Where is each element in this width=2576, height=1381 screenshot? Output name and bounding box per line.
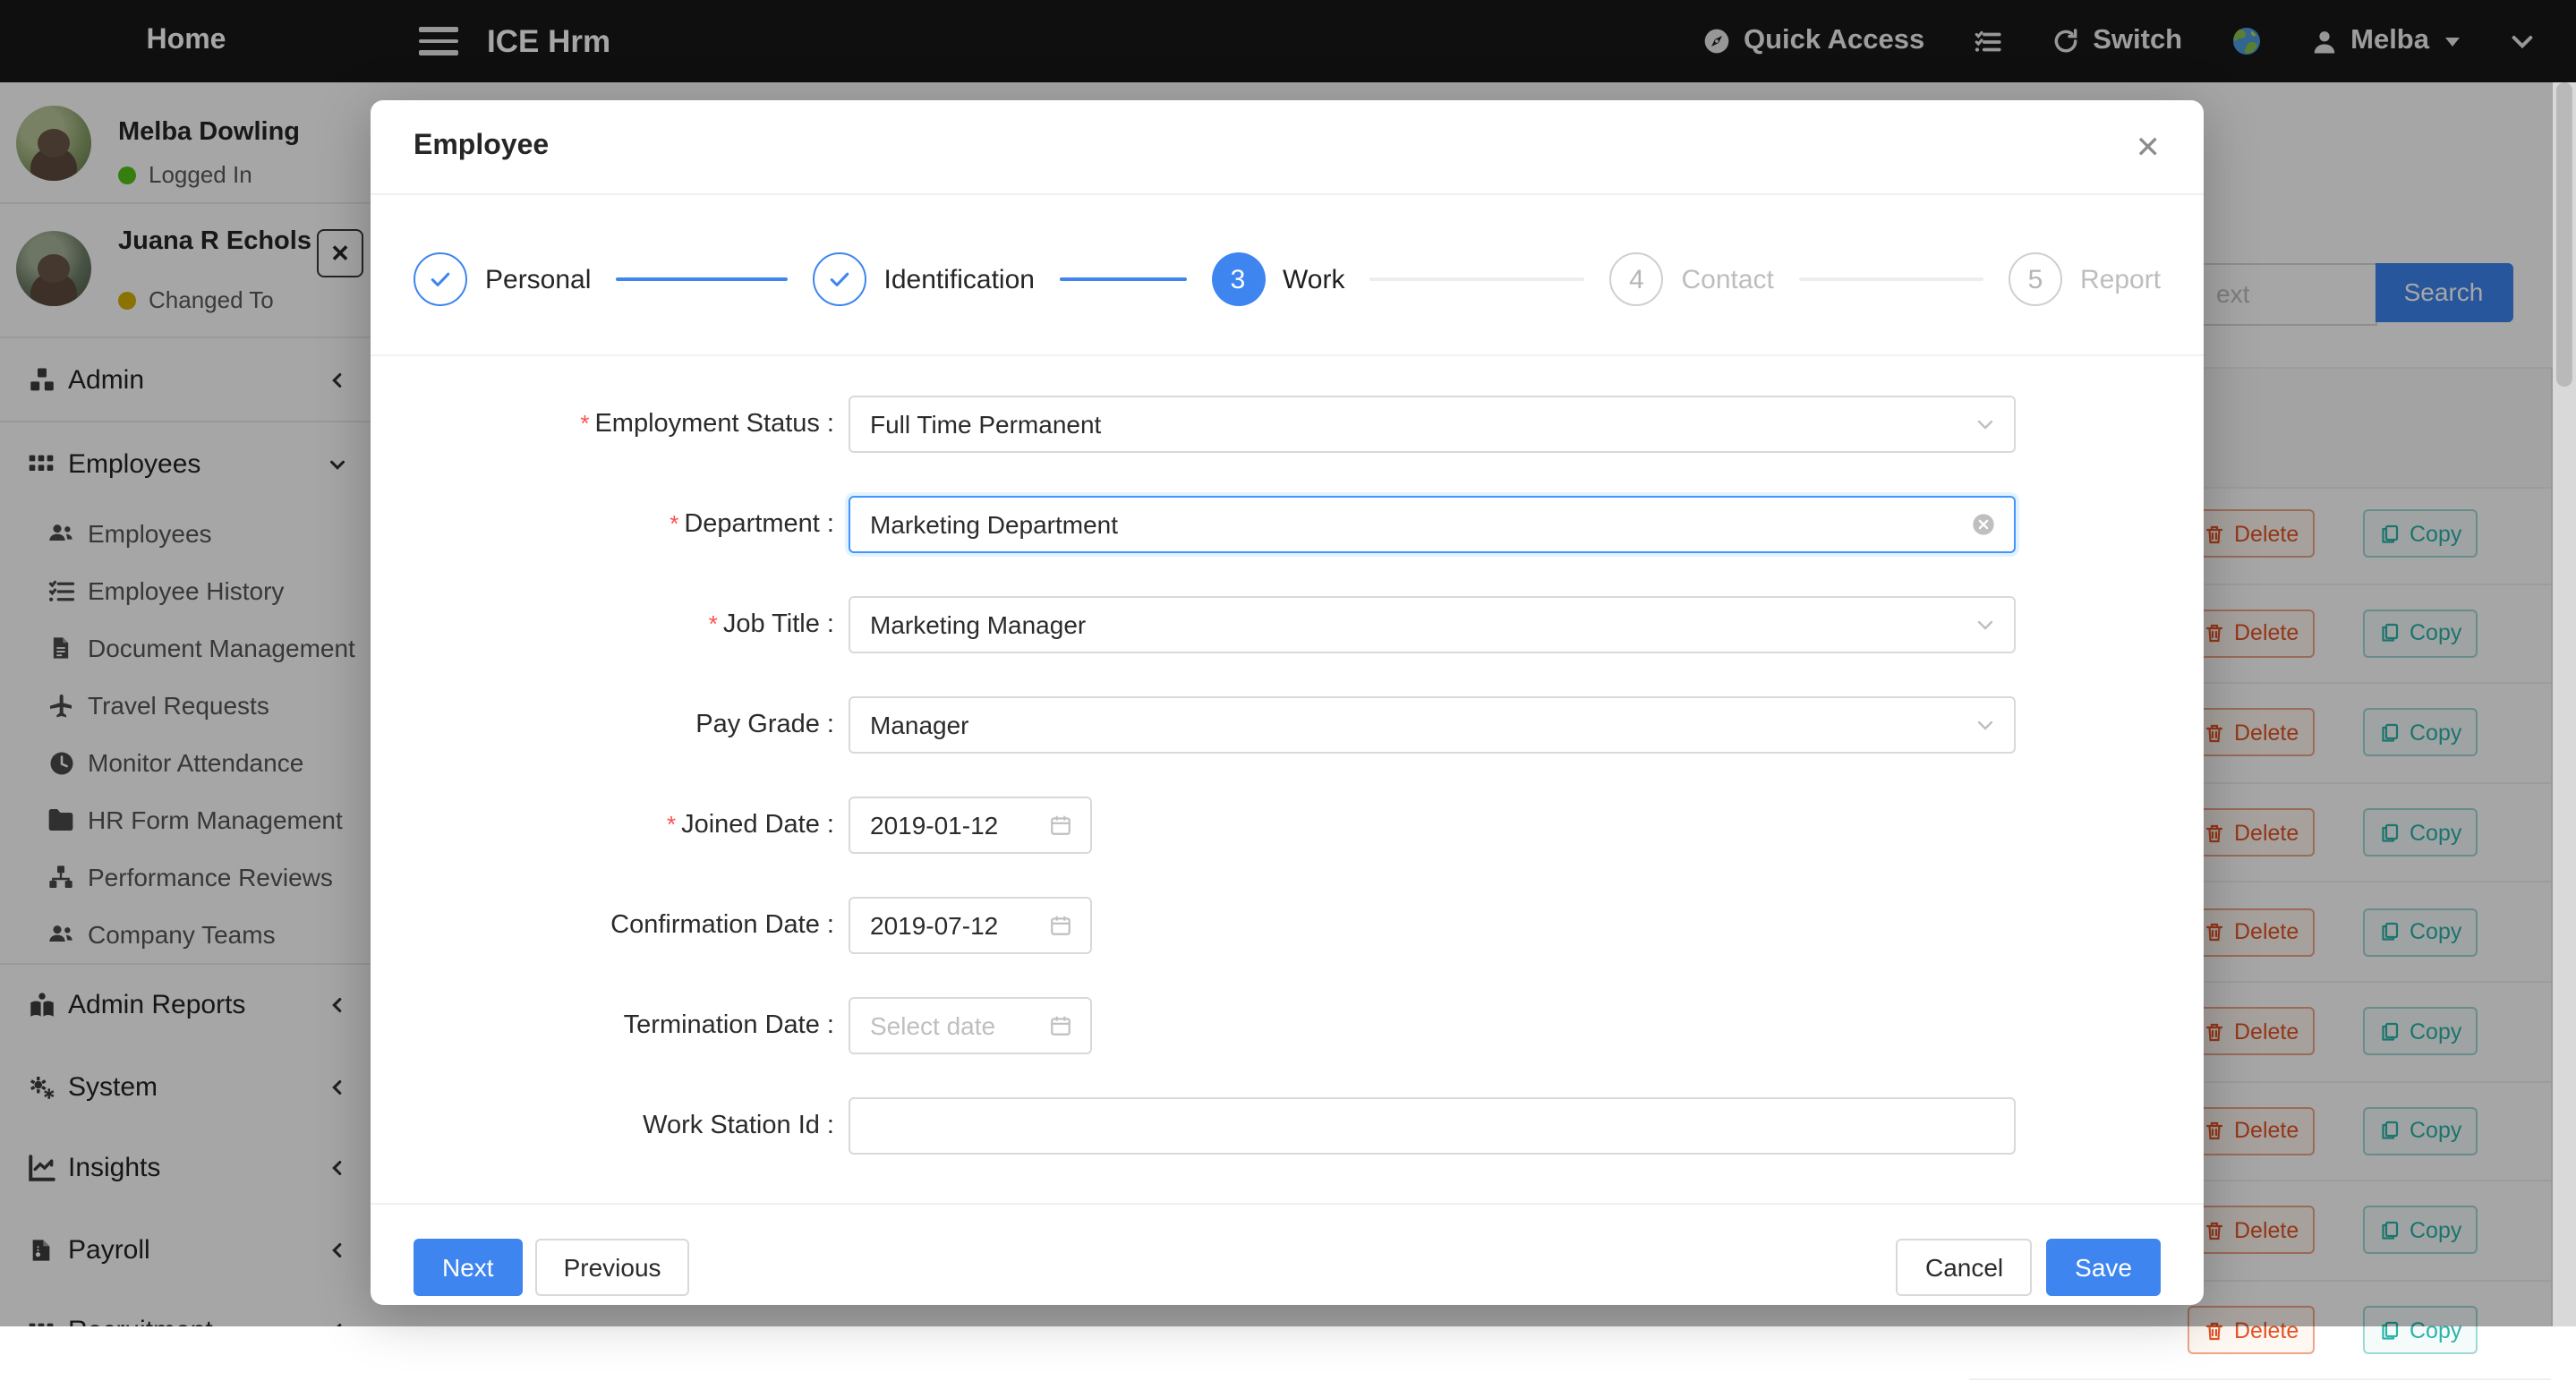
step-label: Work xyxy=(1283,264,1344,294)
field-label: Work Station Id : xyxy=(414,1112,849,1140)
field-label: *Joined Date : xyxy=(414,811,849,840)
form-row-confirmation-date: Confirmation Date : 2019-07-12 xyxy=(414,897,2161,954)
field-label: *Job Title : xyxy=(414,610,849,639)
confirmation-date-picker[interactable]: 2019-07-12 xyxy=(849,897,1092,954)
required-asterisk: * xyxy=(580,410,589,437)
date-placeholder: Select date xyxy=(870,1011,995,1040)
required-asterisk: * xyxy=(670,510,678,537)
modal-footer: Next Previous Cancel Save xyxy=(371,1203,2204,1305)
required-asterisk: * xyxy=(667,811,676,838)
form-row-termination-date: Termination Date : Select date xyxy=(414,997,2161,1054)
step-contact[interactable]: 4 Contact xyxy=(1610,252,2009,306)
step-label: Personal xyxy=(485,264,591,294)
clear-circle-icon[interactable] xyxy=(1971,512,1996,537)
steps-wizard: Personal Identification 3 Work 4 Contact xyxy=(414,251,2161,308)
modal-header: Employee ✕ xyxy=(371,100,2204,195)
step-label: Identification xyxy=(884,264,1035,294)
calendar-icon xyxy=(1049,1014,1072,1037)
form-row-pay-grade: Pay Grade : Manager xyxy=(414,696,2161,754)
department-input[interactable]: Marketing Department xyxy=(849,496,2016,553)
cancel-button[interactable]: Cancel xyxy=(1897,1239,2032,1296)
field-label: Confirmation Date : xyxy=(414,911,849,940)
date-value: 2019-01-12 xyxy=(870,811,998,840)
input-value: Marketing Department xyxy=(870,510,1118,539)
step-number: 5 xyxy=(2009,252,2062,306)
work-station-id-input[interactable] xyxy=(849,1097,2016,1155)
step-identification[interactable]: Identification xyxy=(813,252,1212,306)
step-label: Contact xyxy=(1682,264,1774,294)
date-value: 2019-07-12 xyxy=(870,911,998,940)
scrollbar[interactable] xyxy=(2553,82,2576,1326)
employment-status-select[interactable]: Full Time Permanent xyxy=(849,396,2016,453)
close-icon[interactable]: ✕ xyxy=(2136,132,2162,162)
form-row-employment-status: *Employment Status : Full Time Permanent xyxy=(414,396,2161,453)
app-root: Home ICE Hrm Quick Access Switch xyxy=(0,0,2576,1326)
save-button[interactable]: Save xyxy=(2046,1239,2161,1296)
step-connector xyxy=(1799,277,1983,281)
step-check-icon xyxy=(813,252,866,306)
form-row-work-station-id: Work Station Id : xyxy=(414,1097,2161,1155)
form-row-joined-date: *Joined Date : 2019-01-12 xyxy=(414,797,2161,854)
work-form: *Employment Status : Full Time Permanent… xyxy=(414,396,2161,1155)
field-label: *Employment Status : xyxy=(414,410,849,439)
termination-date-picker[interactable]: Select date xyxy=(849,997,1092,1054)
form-row-department: *Department : Marketing Department xyxy=(414,496,2161,553)
step-connector xyxy=(1060,277,1186,281)
chevron-down-icon xyxy=(1975,413,1996,435)
field-label: *Department : xyxy=(414,510,849,539)
step-report[interactable]: 5 Report xyxy=(2009,252,2161,306)
calendar-icon xyxy=(1049,814,1072,837)
step-connector xyxy=(616,277,787,281)
step-check-icon xyxy=(414,252,467,306)
divider xyxy=(371,354,2204,356)
modal-title: Employee xyxy=(414,131,549,163)
chevron-down-icon xyxy=(1975,614,1996,635)
pay-grade-select[interactable]: Manager xyxy=(849,696,2016,754)
step-label: Report xyxy=(2080,264,2161,294)
step-personal[interactable]: Personal xyxy=(414,252,813,306)
job-title-select[interactable]: Marketing Manager xyxy=(849,596,2016,653)
joined-date-picker[interactable]: 2019-01-12 xyxy=(849,797,1092,854)
next-button[interactable]: Next xyxy=(414,1239,523,1296)
previous-button[interactable]: Previous xyxy=(535,1239,690,1296)
select-value: Manager xyxy=(870,711,969,739)
required-asterisk: * xyxy=(709,610,718,637)
field-label: Pay Grade : xyxy=(414,711,849,739)
select-value: Marketing Manager xyxy=(870,610,1086,639)
select-value: Full Time Permanent xyxy=(870,410,1101,439)
scrollbar-thumb[interactable] xyxy=(2556,82,2572,387)
step-number: 4 xyxy=(1610,252,1664,306)
field-label: Termination Date : xyxy=(414,1011,849,1040)
chevron-down-icon xyxy=(1975,714,1996,736)
step-connector xyxy=(1369,277,1584,281)
calendar-icon xyxy=(1049,914,1072,937)
form-row-job-title: *Job Title : Marketing Manager xyxy=(414,596,2161,653)
step-work[interactable]: 3 Work xyxy=(1211,252,1610,306)
employee-modal: Employee ✕ Personal Identification 3 xyxy=(371,100,2204,1305)
step-number: 3 xyxy=(1211,252,1265,306)
